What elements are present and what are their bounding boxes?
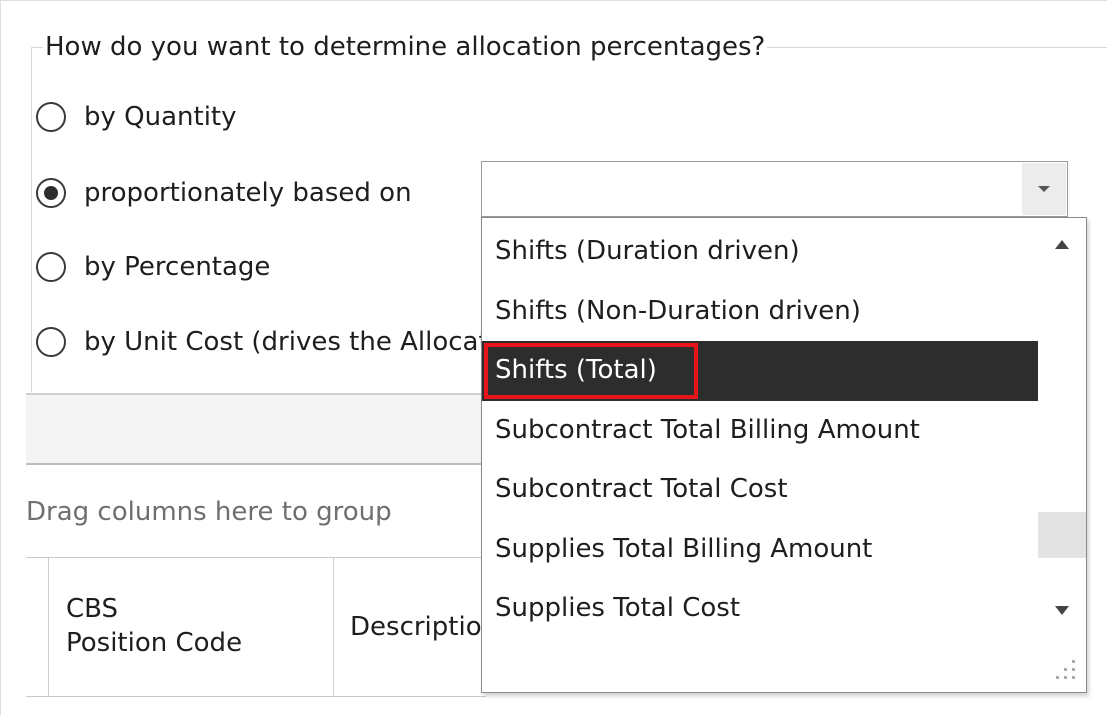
dropdown-scrollbar[interactable] xyxy=(1038,218,1086,638)
arrow-down-icon xyxy=(1055,605,1069,615)
radio-label: by Percentage xyxy=(84,252,271,282)
column-header-line1: CBS xyxy=(66,594,119,624)
combo-dropdown-button[interactable] xyxy=(1022,163,1066,215)
grid-header: CBS Position Code Description xyxy=(26,557,486,697)
chevron-down-icon xyxy=(1038,186,1050,192)
allocation-group-title: How do you want to determine allocation … xyxy=(43,30,768,64)
grid-toolbar-area xyxy=(26,393,486,465)
scroll-down-button[interactable] xyxy=(1038,588,1086,632)
radio-proportionately[interactable]: proportionately based on xyxy=(36,173,412,213)
scroll-up-button[interactable] xyxy=(1038,222,1086,266)
group-by-hint: Drag columns here to group xyxy=(26,497,392,527)
dropdown-items: Shifts (Duration driven) Shifts (Non-Dur… xyxy=(482,222,1038,639)
resize-grip-icon[interactable] xyxy=(1052,658,1078,684)
group-by-panel[interactable]: Drag columns here to group xyxy=(26,467,486,557)
column-header-line2: Position Code xyxy=(66,628,243,658)
radio-label: by Quantity xyxy=(84,102,237,132)
column-divider[interactable] xyxy=(333,558,334,696)
radio-button[interactable] xyxy=(36,327,66,357)
radio-label: proportionately based on xyxy=(84,178,412,208)
red-highlight-box xyxy=(484,343,698,399)
radio-button-checked[interactable] xyxy=(36,178,66,208)
groupbox-border-left xyxy=(31,47,32,392)
dropdown-item[interactable]: Supplies Total Billing Amount xyxy=(482,520,1038,580)
combo-dropdown-list: Shifts (Duration driven) Shifts (Non-Dur… xyxy=(481,217,1087,693)
column-header-cbs[interactable]: CBS Position Code xyxy=(66,592,242,660)
dropdown-item[interactable]: Supplies Total Cost xyxy=(482,579,1038,639)
scroll-thumb[interactable] xyxy=(1038,512,1086,558)
radio-button[interactable] xyxy=(36,102,66,132)
radio-by-quantity[interactable]: by Quantity xyxy=(36,97,237,137)
allocation-basis-combo[interactable] xyxy=(481,161,1068,217)
radio-label: by Unit Cost (drives the Allocation) xyxy=(84,327,539,357)
column-header-description[interactable]: Description xyxy=(350,610,482,644)
dropdown-item[interactable]: Subcontract Total Cost xyxy=(482,460,1038,520)
radio-by-percentage[interactable]: by Percentage xyxy=(36,247,270,287)
dropdown-item[interactable]: Shifts (Duration driven) xyxy=(482,222,1038,282)
radio-by-unit-cost[interactable]: by Unit Cost (drives the Allocation) xyxy=(36,322,538,362)
column-divider[interactable] xyxy=(48,558,49,696)
dropdown-item[interactable]: Shifts (Non-Duration driven) xyxy=(482,282,1038,342)
dropdown-item[interactable]: Subcontract Total Billing Amount xyxy=(482,401,1038,461)
dialog-frame: How do you want to determine allocation … xyxy=(0,0,1107,715)
radio-button[interactable] xyxy=(36,252,66,282)
arrow-up-icon xyxy=(1055,239,1069,249)
dropdown-item-selected[interactable]: Shifts (Total) xyxy=(482,341,1038,401)
